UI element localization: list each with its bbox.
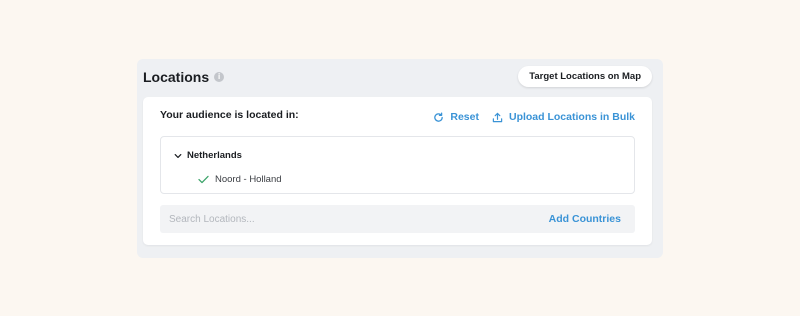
reset-label: Reset — [450, 111, 479, 123]
info-icon[interactable]: i — [214, 72, 225, 82]
card-header: Your audience is located in: Reset Uploa… — [160, 109, 635, 125]
add-countries-button[interactable]: Add Countries — [549, 213, 621, 225]
upload-label: Upload Locations in Bulk — [508, 111, 635, 123]
refresh-icon — [434, 111, 444, 122]
search-locations-bar: Add Countries — [160, 205, 635, 233]
search-locations-input[interactable] — [160, 205, 520, 233]
region-label: Noord - Holland — [215, 174, 282, 185]
section-title-label: Locations — [143, 69, 210, 85]
tree-region-item[interactable]: Noord - Holland — [198, 174, 282, 185]
locations-panel: Locations i Target Locations on Map Your… — [137, 59, 663, 258]
locations-card: Your audience is located in: Reset Uploa… — [143, 97, 652, 245]
card-actions: Reset Upload Locations in Bulk — [433, 111, 635, 123]
check-icon — [198, 175, 209, 184]
tree-country-netherlands[interactable]: Netherlands — [174, 150, 242, 161]
panel-header: Locations i Target Locations on Map — [137, 59, 663, 97]
chevron-down-icon[interactable] — [174, 152, 182, 160]
selected-locations-tree: Netherlands Noord - Holland — [160, 136, 635, 194]
upload-locations-button[interactable]: Upload Locations in Bulk — [492, 111, 635, 123]
country-label: Netherlands — [187, 150, 242, 161]
upload-icon — [492, 112, 503, 122]
section-title: Locations i — [143, 69, 225, 85]
audience-label: Your audience is located in: — [160, 109, 299, 121]
reset-button[interactable]: Reset — [433, 111, 479, 123]
target-locations-on-map-button[interactable]: Target Locations on Map — [518, 66, 652, 87]
